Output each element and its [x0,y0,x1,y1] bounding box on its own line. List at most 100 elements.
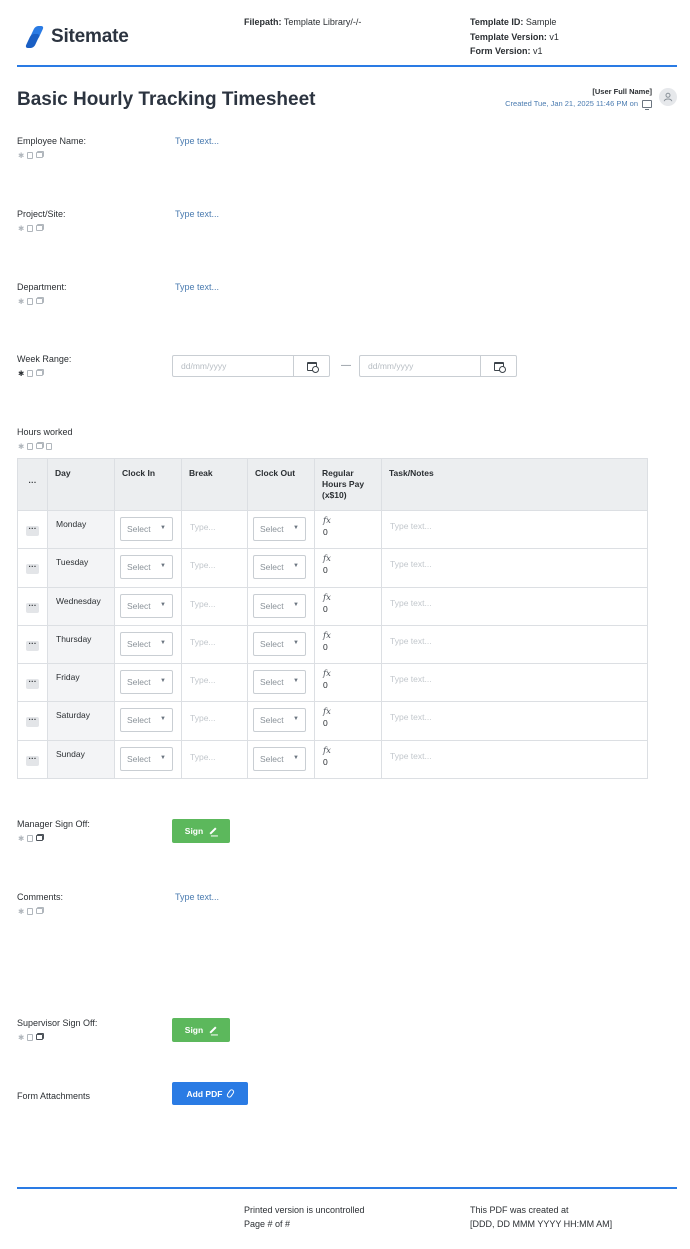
clock-in-select[interactable]: Select ▼ [120,517,173,541]
day-cell: Friday [47,663,115,703]
break-input[interactable]: Type... [182,549,247,581]
break-input[interactable]: Type... [182,626,247,658]
note-icon[interactable] [27,908,34,915]
supervisor-sign-button[interactable]: Sign [172,1018,230,1042]
copy-icon[interactable] [36,225,44,231]
clock-out-cell: Select ▼ [247,739,315,780]
break-cell: Type... [181,548,248,588]
user-icon [663,92,673,102]
employee-name-input[interactable]: Type text... [175,136,219,146]
comments-input[interactable]: Type text... [175,892,219,902]
clock-out-select[interactable]: Select ▼ [253,631,306,656]
task-notes-input[interactable]: Type text... [382,702,647,733]
week-start-calendar-button[interactable] [293,356,329,376]
required-icon: ✱ [18,297,25,306]
select-placeholder: Select [127,715,151,726]
template-version-value: v1 [549,31,559,42]
project-site-input[interactable]: Type text... [175,209,219,219]
select-placeholder: Select [260,600,284,611]
created-text: Created Tue, Jan 21, 2025 11:46 PM on [505,99,638,108]
formula-icon: fx [323,554,331,565]
clock-out-select[interactable]: Select ▼ [253,708,306,733]
more-icon[interactable]: ··· [26,563,39,575]
week-end-date-picker[interactable]: dd/mm/yyyy [359,355,517,377]
caret-down-icon: ▼ [293,639,299,646]
avatar[interactable] [659,88,677,106]
copy-icon[interactable] [36,152,44,158]
clock-in-select[interactable]: Select ▼ [120,555,173,580]
clock-in-select[interactable]: Select ▼ [120,670,173,695]
caret-down-icon: ▼ [293,525,299,531]
note-icon[interactable] [27,443,34,450]
break-input[interactable]: Type... [182,588,247,620]
created-info: Created Tue, Jan 21, 2025 11:46 PM on [505,99,652,110]
note-icon[interactable] [27,225,34,232]
table-menu-header[interactable]: ··· [17,458,48,511]
clock-in-select[interactable]: Select ▼ [120,631,173,656]
table-row: ··· Monday Select ▼ Type... Select ▼ fx 0 Type te… [17,509,648,550]
table-icon[interactable] [46,443,53,450]
clock-out-select[interactable]: Select ▼ [253,593,306,618]
more-icon[interactable]: ··· [26,639,39,651]
select-placeholder: Select [127,677,151,688]
week-start-date-input[interactable]: dd/mm/yyyy [173,356,293,376]
select-placeholder: Select [260,562,284,573]
break-input[interactable]: Type... [182,702,247,734]
department-input[interactable]: Type text... [175,282,219,292]
table-row: ··· Wednesday Select ▼ Type... Select ▼ fx 0 Type… [17,586,648,626]
note-icon[interactable] [27,370,34,377]
copy-icon[interactable] [36,835,44,841]
more-icon[interactable]: ··· [26,525,39,536]
formula-icon: fx [323,745,331,756]
form-version-label: Form Version: [470,46,531,56]
regular-hours-pay-value: 0 [323,603,328,614]
break-input[interactable]: Type... [182,511,247,543]
more-icon[interactable]: ··· [26,716,39,728]
copy-icon[interactable] [36,908,44,914]
task-notes-input[interactable]: Type text... [382,511,647,542]
clock-out-select[interactable]: Select ▼ [253,555,306,580]
week-end-calendar-button[interactable] [480,356,516,376]
more-icon[interactable]: ··· [26,479,39,490]
caret-down-icon: ▼ [160,525,166,531]
column-header-task-notes: Task/Notes [381,458,648,511]
note-icon[interactable] [27,835,34,842]
note-icon[interactable] [27,152,34,159]
field-icons: ✱ [18,297,44,306]
note-icon[interactable] [27,298,34,305]
clock-in-select[interactable]: Select ▼ [120,746,173,771]
week-end-date-input[interactable]: dd/mm/yyyy [360,356,480,376]
task-notes-input[interactable]: Type text... [382,626,647,657]
task-notes-input[interactable]: Type text... [382,588,647,619]
clock-in-select[interactable]: Select ▼ [120,593,173,618]
manager-sign-button[interactable]: Sign [172,819,230,843]
day-cell: Thursday [47,624,115,665]
add-pdf-button[interactable]: Add PDF [172,1082,248,1105]
more-icon[interactable]: ··· [26,678,39,690]
row-menu-cell: ··· [17,739,48,780]
clock-out-select[interactable]: Select ▼ [253,746,306,771]
break-input[interactable]: Type... [182,664,247,696]
select-placeholder: Select [260,677,284,688]
break-cell: Type... [181,509,248,550]
regular-hours-pay-cell: fx 0 [314,586,382,626]
copy-icon[interactable] [36,1034,44,1040]
copy-icon[interactable] [36,443,44,449]
clock-in-select[interactable]: Select ▼ [120,708,173,733]
note-icon[interactable] [27,1034,34,1041]
copy-icon[interactable] [36,370,44,376]
task-notes-input[interactable]: Type text... [382,664,647,695]
regular-hours-pay-value: 0 [323,527,328,537]
table-row: ··· Saturday Select ▼ Type... Select ▼ fx 0 Type … [17,701,648,741]
more-icon[interactable]: ··· [26,601,39,613]
clock-out-select[interactable]: Select ▼ [253,670,306,695]
date-range-separator: — [341,360,351,371]
clock-out-select[interactable]: Select ▼ [253,517,306,541]
sitemate-logo: Sitemate [24,26,129,48]
task-notes-input[interactable]: Type text... [382,741,647,772]
copy-icon[interactable] [36,298,44,304]
week-start-date-picker[interactable]: dd/mm/yyyy [172,355,330,377]
more-icon[interactable]: ··· [26,754,39,766]
break-input[interactable]: Type... [182,741,247,773]
task-notes-input[interactable]: Type text... [382,549,647,580]
